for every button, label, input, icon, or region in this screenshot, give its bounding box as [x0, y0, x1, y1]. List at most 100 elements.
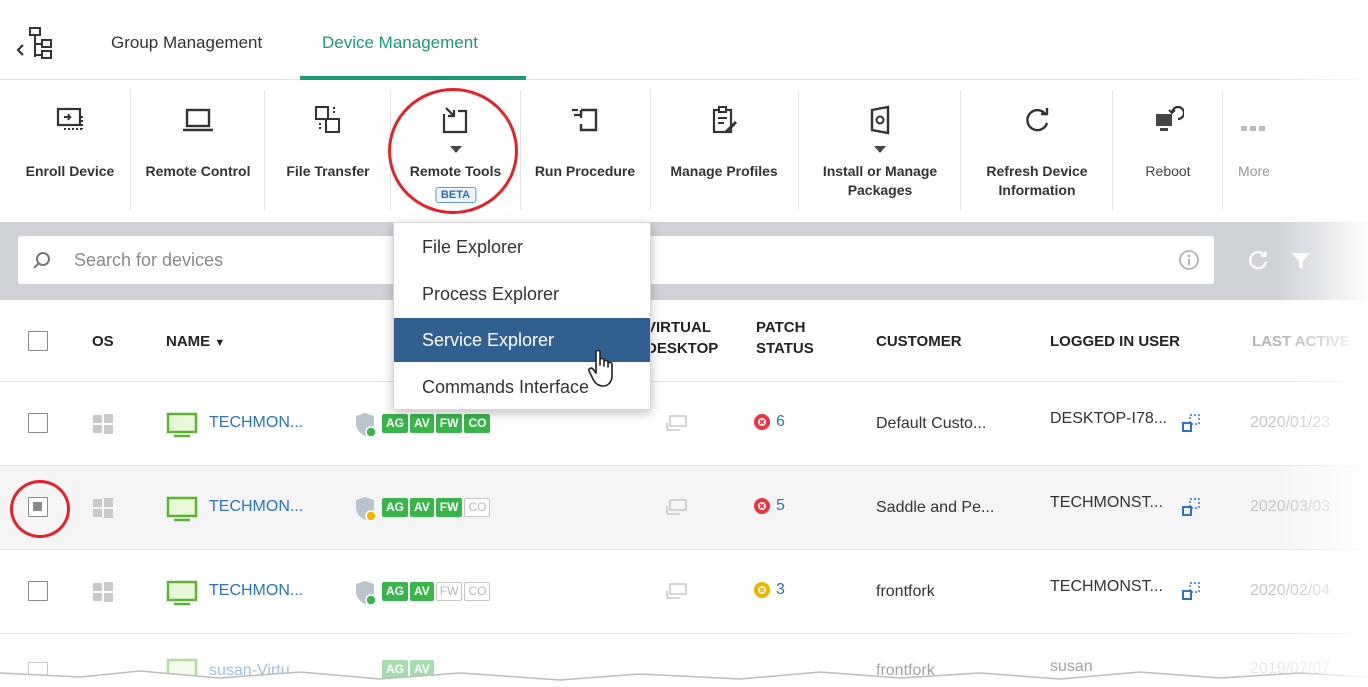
toolbar-divider	[1222, 90, 1223, 210]
badge-co: CO	[464, 414, 491, 433]
install-manage-packages-label: Install or Manage Packages	[800, 162, 960, 200]
info-icon[interactable]	[1178, 249, 1200, 271]
toolbar-divider	[520, 90, 521, 210]
refresh-list-icon[interactable]	[1246, 248, 1270, 272]
open-external-icon[interactable]	[1180, 496, 1202, 518]
patch-status[interactable]: 6	[754, 413, 785, 431]
manage-profiles-button[interactable]: Manage Profiles	[652, 80, 796, 220]
refresh-icon	[1026, 108, 1049, 132]
reboot-icon	[1156, 105, 1184, 131]
row-checkbox[interactable]	[28, 497, 48, 517]
monitor-icon	[166, 580, 198, 606]
reboot-button[interactable]: Reboot	[1114, 80, 1222, 220]
open-external-icon[interactable]	[1180, 412, 1202, 434]
column-customer[interactable]: CUSTOMER	[876, 331, 962, 352]
patch-status[interactable]: 3	[754, 581, 785, 599]
monitor-icon	[166, 412, 198, 438]
last-active-date: 2020/01/23	[1250, 414, 1331, 431]
column-virtual-desktop[interactable]: VIRTUAL DESKTOP	[646, 317, 718, 359]
badge-fw: FW	[435, 414, 463, 433]
windows-icon	[93, 498, 113, 518]
column-patch-status[interactable]: PATCH STATUS	[756, 317, 814, 359]
manage-profiles-label: Manage Profiles	[670, 163, 778, 179]
shield-status-icon	[356, 581, 377, 606]
column-os[interactable]: OS	[92, 331, 114, 352]
patch-line-2: STATUS	[756, 340, 814, 357]
toolbar-divider	[1112, 90, 1113, 210]
patch-count: 6	[776, 413, 785, 430]
file-transfer-button[interactable]: File Transfer	[268, 80, 388, 220]
badge-fw: FW	[435, 498, 463, 517]
hand-cursor-icon	[588, 349, 613, 387]
logged-in-user: TECHMONST...	[1050, 578, 1163, 595]
open-external-icon[interactable]	[1180, 580, 1202, 602]
remote-control-button[interactable]: Remote Control	[133, 80, 263, 220]
torn-edge-decoration	[0, 670, 1368, 687]
chevron-down-icon	[874, 146, 886, 153]
badge-co: CO	[464, 498, 491, 517]
refresh-device-information-label: Refresh Device Information	[962, 162, 1112, 200]
install-manage-line-1: Install or Manage	[822, 163, 938, 179]
customer-name: Saddle and Pe...	[876, 499, 995, 516]
file-transfer-icon	[315, 106, 340, 133]
toolbar-divider	[130, 90, 131, 210]
remote-tools-button[interactable]: Remote Tools BETA	[393, 80, 518, 220]
file-transfer-label: File Transfer	[286, 163, 370, 179]
refresh-device-information-button[interactable]: Refresh Device Information	[962, 80, 1112, 220]
patch-status[interactable]: 5	[754, 497, 785, 515]
more-button[interactable]: More	[1224, 80, 1284, 220]
more-label: More	[1238, 163, 1270, 179]
badge-fw: FW	[435, 582, 463, 601]
device-name-link[interactable]: TECHMON...	[209, 498, 303, 516]
back-tree-icon[interactable]	[8, 22, 58, 62]
row-checkbox[interactable]	[28, 413, 48, 433]
sort-down-icon: ▼	[214, 337, 226, 349]
last-active-date: 2020/03/03	[1250, 498, 1331, 515]
column-name-label: NAME	[166, 333, 211, 350]
package-icon	[870, 105, 890, 135]
windows-icon	[93, 414, 113, 434]
row-checkbox[interactable]	[28, 581, 48, 601]
badge-ag: AG	[382, 582, 408, 601]
shield-status-icon	[356, 413, 377, 438]
tab-group-management[interactable]: Group Management	[111, 33, 262, 53]
search-bar	[0, 222, 1368, 300]
patch-count: 5	[776, 497, 785, 514]
badge-ag: AG	[382, 414, 408, 433]
install-manage-packages-button[interactable]: Install or Manage Packages	[800, 80, 960, 220]
menu-item-file-explorer[interactable]: File Explorer	[394, 225, 650, 269]
refresh-line-2: Information	[998, 182, 1076, 198]
virtual-desktop-icon	[666, 415, 687, 431]
filter-icon[interactable]	[1290, 250, 1312, 272]
virtual-line-1: VIRTUAL	[646, 319, 711, 336]
select-all-checkbox[interactable]	[28, 331, 48, 351]
manage-profiles-icon	[712, 106, 738, 134]
logged-in-user: TECHMONST...	[1050, 494, 1163, 511]
reboot-label: Reboot	[1145, 163, 1191, 179]
table-row[interactable]: TECHMON... AG AV FW CO 3 frontfork TECHM…	[0, 550, 1368, 634]
menu-item-process-explorer[interactable]: Process Explorer	[394, 272, 650, 316]
toolbar-divider	[390, 90, 391, 210]
column-name[interactable]: NAME ▼	[166, 331, 225, 354]
table-row[interactable]: TECHMON... AG AV FW CO 5 Saddle and Pe..…	[0, 466, 1368, 550]
badge-co: CO	[464, 582, 491, 601]
enroll-device-button[interactable]: Enroll Device	[10, 80, 130, 220]
run-procedure-label: Run Procedure	[534, 163, 636, 179]
enroll-device-label: Enroll Device	[25, 163, 115, 179]
remote-tools-icon	[442, 107, 467, 134]
patch-count: 3	[776, 581, 785, 598]
table-row[interactable]: TECHMON... AG AV FW CO 6 Default Custo..…	[0, 382, 1368, 466]
patch-warning-icon	[754, 582, 770, 598]
more-dots-icon	[1241, 126, 1265, 131]
device-name-link[interactable]: TECHMON...	[209, 582, 303, 600]
device-name-link[interactable]: TECHMON...	[209, 414, 303, 432]
column-last-active[interactable]: LAST ACTIVE	[1252, 331, 1350, 352]
search-icon	[33, 252, 50, 269]
remote-tools-label: Remote Tools	[409, 163, 502, 179]
column-logged-in-user[interactable]: LOGGED IN USER	[1050, 331, 1180, 352]
last-active-date: 2020/02/04	[1250, 582, 1331, 599]
run-procedure-button[interactable]: Run Procedure	[522, 80, 648, 220]
tab-device-management[interactable]: Device Management	[322, 33, 478, 53]
remote-control-label: Remote Control	[145, 163, 251, 179]
patch-critical-icon	[754, 498, 770, 514]
